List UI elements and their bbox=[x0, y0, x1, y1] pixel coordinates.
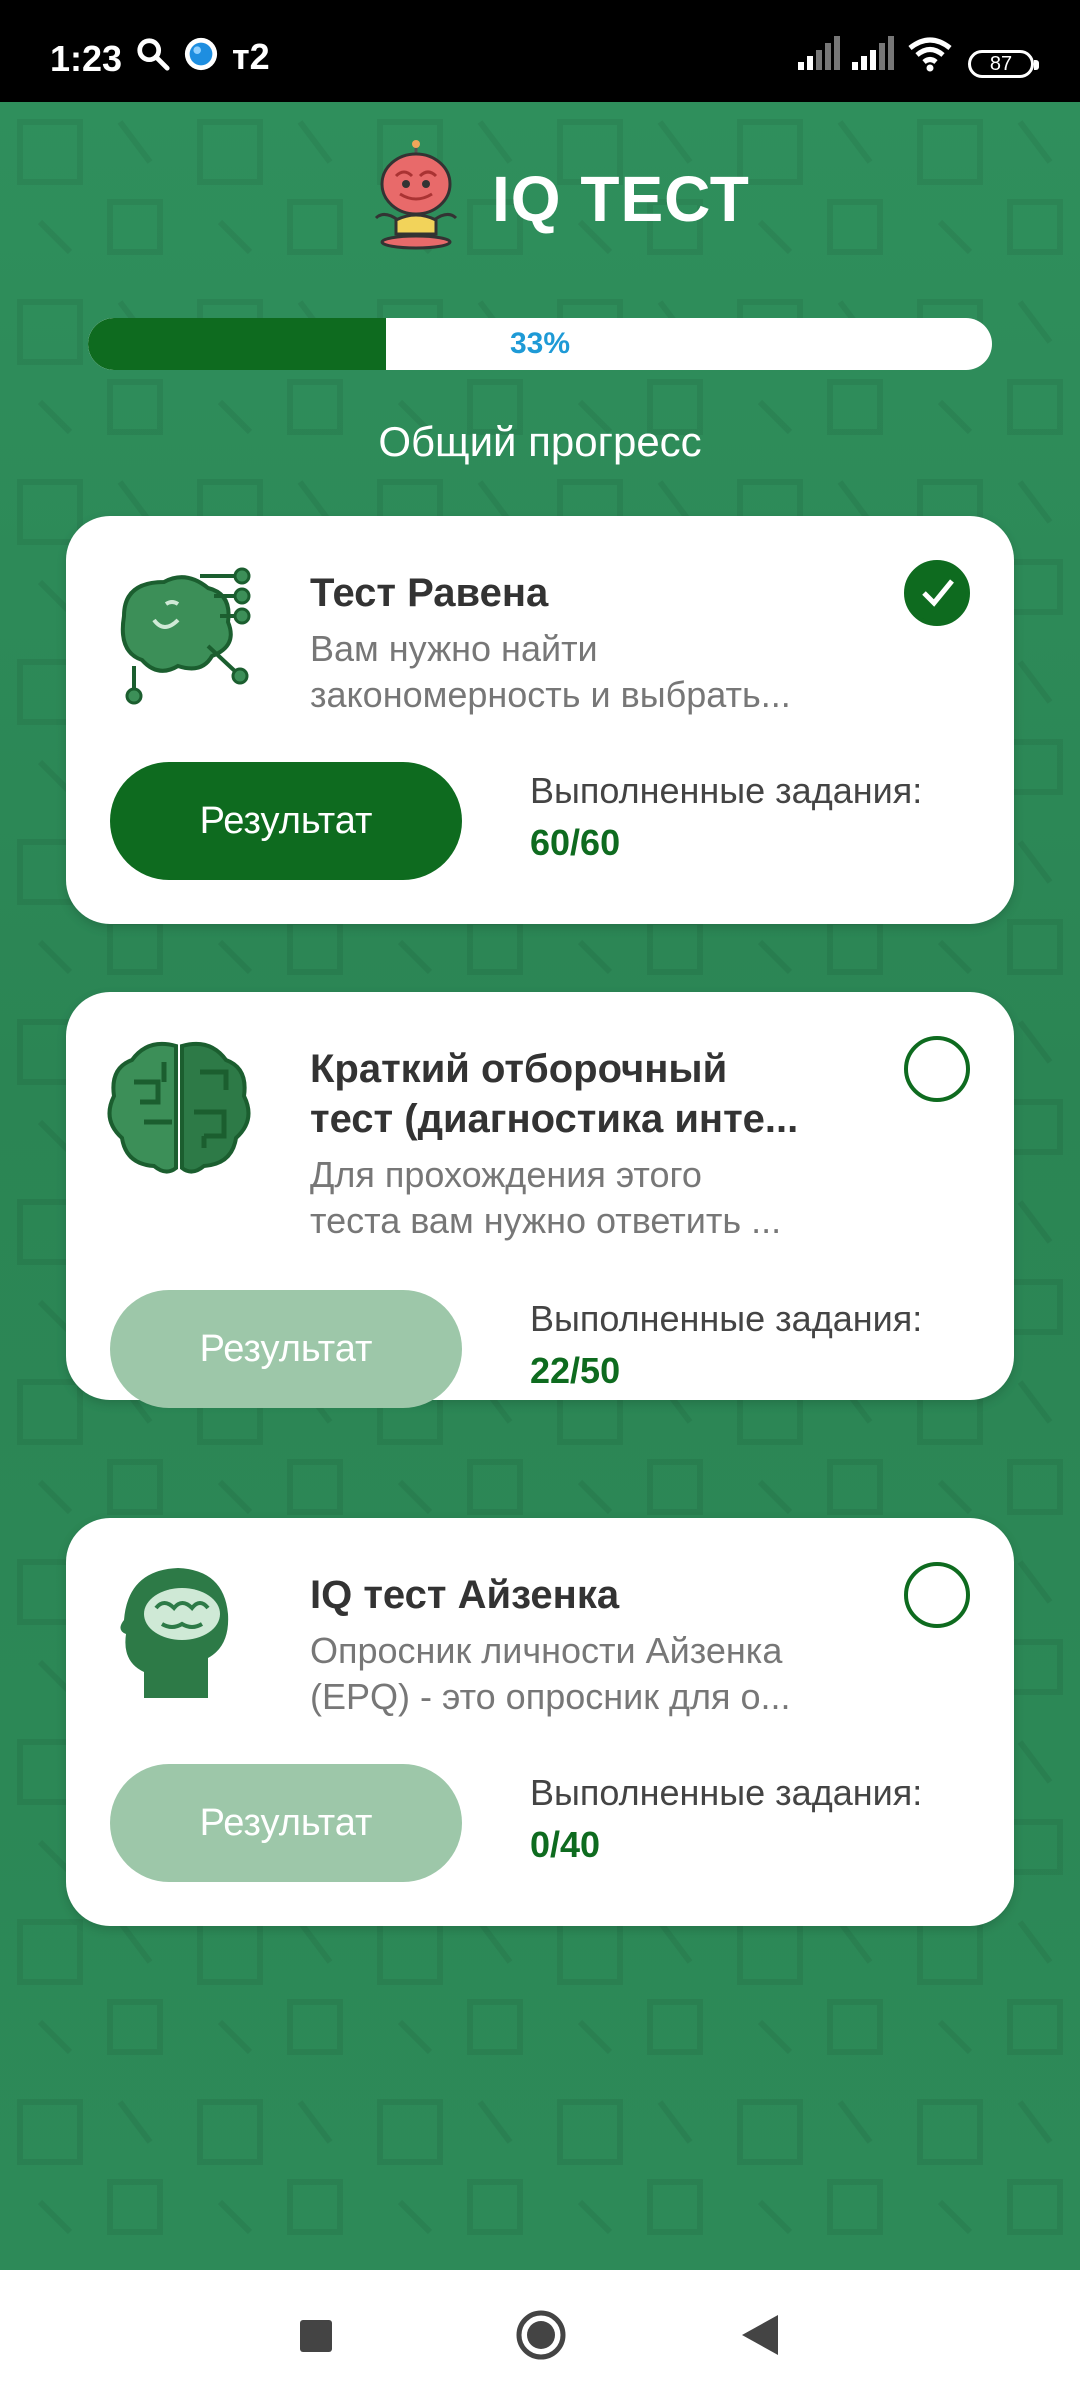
battery-icon: 87 bbox=[968, 50, 1039, 78]
incomplete-circle-icon bbox=[904, 1562, 970, 1628]
brain-circuit-icon bbox=[120, 567, 251, 705]
browser-icon bbox=[184, 37, 218, 71]
app-screen: IQ ТЕСТ 33% Общий прогресс Тест Равена В… bbox=[0, 102, 1080, 2270]
result-button[interactable]: Результат bbox=[110, 1764, 462, 1882]
carrier-label: т2 bbox=[232, 36, 270, 77]
test-description-line: закономерность и выбрать... bbox=[310, 674, 791, 715]
progress-label: Общий прогресс bbox=[378, 418, 702, 465]
status-bar: 1:23 т2 87 bbox=[0, 0, 1080, 102]
completed-check-icon bbox=[904, 560, 970, 626]
test-card-eysenck[interactable]: IQ тест Айзенка Опросник личности Айзенк… bbox=[66, 1518, 1014, 1926]
test-description: Для прохождения этого теста вам нужно от… bbox=[310, 1152, 870, 1244]
back-icon[interactable] bbox=[696, 2270, 826, 2400]
test-title: Краткий отборочный тест (диагностика инт… bbox=[310, 1044, 870, 1144]
tasks-label: Выполненные задания: bbox=[530, 770, 923, 811]
overall-progress-bar: 33% bbox=[88, 318, 992, 370]
tasks-value: 60/60 bbox=[530, 822, 621, 863]
tasks-label: Выполненные задания: bbox=[530, 1772, 923, 1813]
test-card-raven[interactable]: Тест Равена Вам нужно найти закономернос… bbox=[66, 516, 1014, 924]
test-title-line: Краткий отборочный bbox=[310, 1047, 728, 1091]
test-title: IQ тест Айзенка bbox=[310, 1573, 620, 1617]
tasks-value: 0/40 bbox=[530, 1824, 601, 1865]
app-title: IQ ТЕСТ bbox=[492, 163, 750, 235]
test-description-line: (EPQ) - это опросник для о... bbox=[310, 1676, 791, 1717]
signal-icon bbox=[852, 36, 894, 70]
head-brain-icon bbox=[120, 1568, 229, 1698]
result-button[interactable]: Результат bbox=[110, 1290, 462, 1408]
system-nav-bar bbox=[0, 2270, 1080, 2400]
status-time: 1:23 bbox=[50, 38, 123, 79]
incomplete-circle-icon bbox=[904, 1036, 970, 1102]
signal-icon bbox=[798, 36, 840, 70]
tasks-label: Выполненные задания: bbox=[530, 1298, 923, 1339]
tasks-value: 22/50 bbox=[530, 1350, 621, 1391]
brain-maze-icon bbox=[107, 1041, 251, 1174]
test-description-line: Вам нужно найти bbox=[310, 628, 598, 669]
test-description: Вам нужно найти закономерность и выбрать… bbox=[310, 626, 870, 718]
test-card-short-selection[interactable]: Краткий отборочный тест (диагностика инт… bbox=[66, 992, 1014, 1408]
brain-mascot-icon bbox=[374, 140, 458, 250]
test-description: Опросник личности Айзенка (EPQ) - это оп… bbox=[310, 1628, 870, 1720]
test-title-line: тест (диагностика инте... bbox=[310, 1097, 799, 1141]
home-icon[interactable] bbox=[476, 2270, 606, 2400]
battery-level: 87 bbox=[989, 53, 1013, 75]
test-title: Тест Равена bbox=[310, 571, 549, 615]
result-button[interactable]: Результат bbox=[110, 762, 462, 880]
recents-icon[interactable] bbox=[250, 2270, 380, 2400]
test-description-line: Для прохождения этого bbox=[310, 1154, 702, 1195]
app-header: IQ ТЕСТ bbox=[0, 134, 1080, 264]
test-description-line: Опросник личности Айзенка bbox=[310, 1630, 783, 1671]
wifi-icon bbox=[908, 37, 952, 72]
search-icon bbox=[137, 38, 170, 71]
progress-percent: 33% bbox=[509, 327, 571, 360]
test-description-line: теста вам нужно ответить ... bbox=[310, 1200, 782, 1241]
